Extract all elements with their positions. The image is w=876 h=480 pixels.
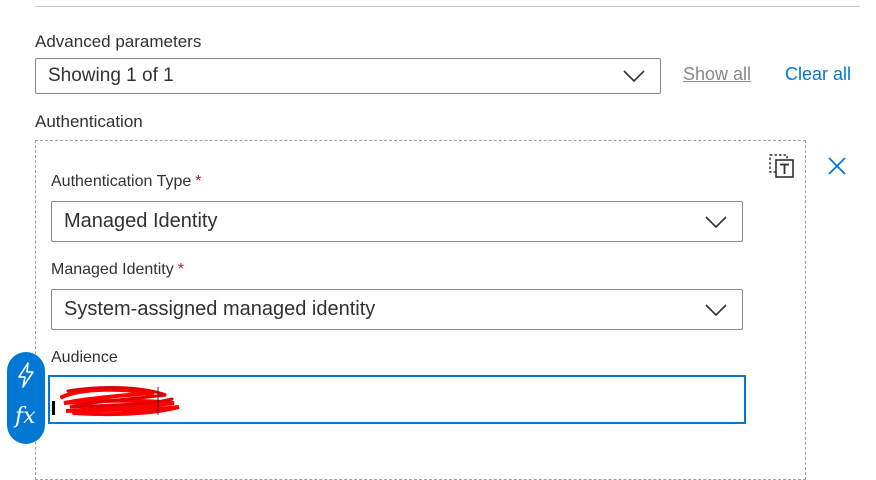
authentication-type-label: Authentication Type * bbox=[51, 173, 202, 190]
audience-input[interactable] bbox=[48, 375, 746, 424]
managed-identity-value: System-assigned managed identity bbox=[64, 298, 376, 320]
authentication-type-value: Managed Identity bbox=[64, 210, 218, 232]
chevron-down-icon bbox=[705, 303, 727, 316]
redaction-scribble bbox=[60, 386, 180, 417]
close-icon[interactable] bbox=[826, 155, 848, 177]
remove-parameter-icon[interactable] bbox=[769, 154, 795, 178]
chevron-down-icon bbox=[705, 215, 727, 228]
advanced-parameters-dropdown[interactable]: Showing 1 of 1 bbox=[35, 58, 661, 94]
advanced-parameters-value: Showing 1 of 1 bbox=[48, 65, 174, 86]
managed-identity-dropdown[interactable]: System-assigned managed identity bbox=[51, 289, 743, 330]
advanced-parameters-label: Advanced parameters bbox=[35, 32, 202, 51]
audience-label: Audience bbox=[51, 349, 118, 366]
text-cursor bbox=[52, 401, 55, 415]
lightning-icon[interactable] bbox=[16, 362, 36, 388]
section-divider bbox=[35, 6, 860, 7]
required-marker: * bbox=[177, 261, 184, 278]
fx-icon[interactable]: fx bbox=[15, 404, 36, 429]
clear-all-link[interactable]: Clear all bbox=[785, 64, 851, 85]
show-all-link[interactable]: Show all bbox=[683, 64, 751, 85]
authentication-type-dropdown[interactable]: Managed Identity bbox=[51, 201, 743, 242]
required-marker: * bbox=[195, 173, 202, 190]
chevron-down-icon bbox=[623, 70, 645, 83]
authentication-label: Authentication bbox=[35, 112, 143, 131]
token-picker: fx bbox=[7, 352, 45, 444]
managed-identity-label: Managed Identity * bbox=[51, 261, 184, 278]
